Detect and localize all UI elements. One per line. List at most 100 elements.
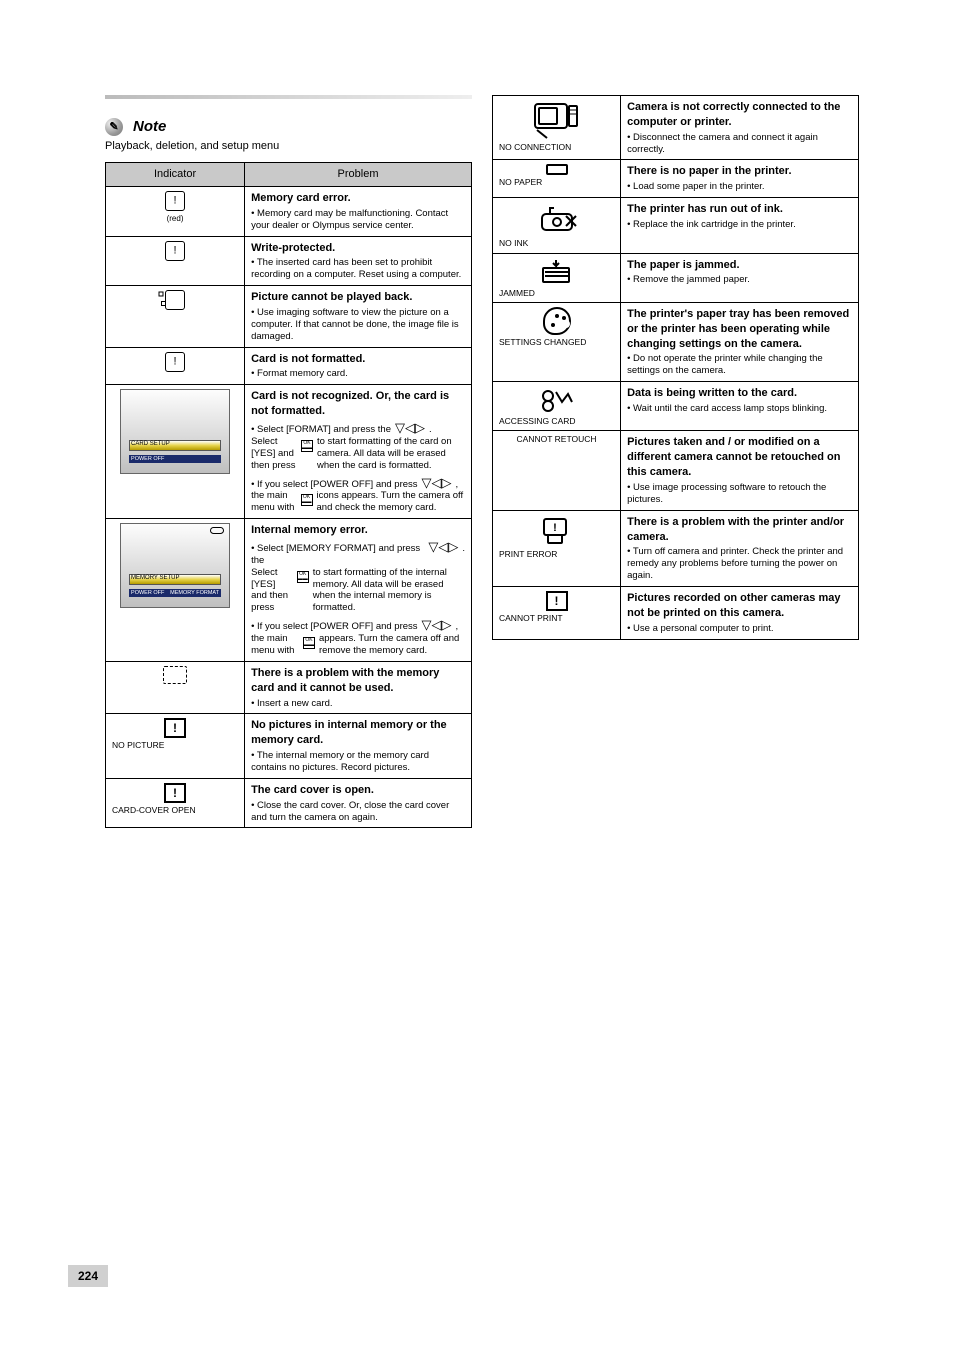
icon-caption: ACCESSING CARD bbox=[499, 417, 614, 426]
memory-setup-screen: MEMORY SETUP POWER OFF MEMORY FORMAT bbox=[120, 523, 230, 608]
row-desc: • Select [MEMORY FORMAT] and press the▽◁… bbox=[251, 540, 465, 657]
card-error-icon bbox=[165, 191, 185, 211]
row-title: Picture cannot be played back. bbox=[251, 290, 465, 305]
row-desc: • Replace the ink cartridge in the print… bbox=[627, 219, 852, 231]
icon-caption: (red) bbox=[167, 214, 184, 225]
row-desc: • Load some paper in the printer. bbox=[627, 181, 852, 193]
table-row: CARD SETUP POWER OFF Card is not recogni… bbox=[106, 385, 472, 519]
icon-caption: CARD-COVER OPEN bbox=[112, 806, 238, 815]
col-head-indicator: Indicator bbox=[106, 163, 245, 187]
col-head-problem: Problem bbox=[245, 163, 472, 187]
table-row: CANNOT RETOUCH Pictures taken and / or m… bbox=[493, 431, 859, 510]
icon-caption: NO PAPER bbox=[499, 178, 614, 187]
screen-blue-right: MEMORY FORMAT bbox=[170, 590, 219, 596]
row-title: Camera is not correctly connected to the… bbox=[627, 100, 852, 130]
note-heading: ✎ Note bbox=[105, 117, 472, 137]
table-row: Picture cannot be played back. • Use ima… bbox=[106, 286, 472, 347]
section-rule bbox=[105, 95, 472, 99]
row-desc: • Close the card cover. Or, close the ca… bbox=[251, 800, 465, 824]
page-number: 224 bbox=[68, 1265, 108, 1287]
icon-caption: NO CONNECTION bbox=[499, 143, 614, 152]
error-table-right: NO CONNECTION Camera is not correctly co… bbox=[492, 95, 859, 640]
row-desc: • Memory card may be malfunctioning. Con… bbox=[251, 208, 465, 232]
table-row: ! NO PICTURE No pictures in internal mem… bbox=[106, 714, 472, 778]
picture-error-icon bbox=[165, 290, 185, 310]
icon-caption: SETTINGS CHANGED bbox=[499, 338, 614, 347]
table-row: NO INK The printer has run out of ink. •… bbox=[493, 198, 859, 253]
row-title: The card cover is open. bbox=[251, 783, 465, 798]
row-desc: • Format memory card. bbox=[251, 368, 465, 380]
icon-caption: JAMMED bbox=[499, 289, 614, 298]
card-problem-icon bbox=[163, 666, 187, 684]
screen-blue-left: POWER OFF bbox=[131, 456, 164, 462]
ok-icon bbox=[301, 494, 313, 506]
row-title: Internal memory error. bbox=[251, 523, 465, 538]
row-desc: • The internal memory or the memory card… bbox=[251, 750, 465, 774]
table-row: NO PAPER There is no paper in the printe… bbox=[493, 160, 859, 198]
row-desc: • Use imaging software to view the pictu… bbox=[251, 307, 465, 343]
table-row: NO CONNECTION Camera is not correctly co… bbox=[493, 96, 859, 160]
row-desc: • Remove the jammed paper. bbox=[627, 274, 852, 286]
no-ink-icon bbox=[536, 202, 578, 236]
svg-text:!: ! bbox=[553, 522, 557, 534]
row-desc: • Turn off camera and printer. Check the… bbox=[627, 546, 852, 582]
note-icon: ✎ bbox=[105, 118, 123, 136]
row-title: There is no paper in the printer. bbox=[627, 164, 852, 179]
row-desc: • Use a personal computer to print. bbox=[627, 623, 852, 635]
note-subtitle: Playback, deletion, and setup menu bbox=[105, 139, 472, 154]
screen-yellow-label: CARD SETUP bbox=[131, 440, 170, 448]
cannot-print-icon: ! bbox=[546, 591, 568, 611]
row-title: Memory card error. bbox=[251, 191, 465, 206]
icon-caption: PRINT ERROR bbox=[499, 550, 614, 559]
row-desc: • Use image processing software to retou… bbox=[627, 482, 852, 506]
settings-changed-icon bbox=[543, 307, 571, 335]
row-desc: • Wait until the card access lamp stops … bbox=[627, 403, 852, 415]
ok-icon bbox=[301, 440, 313, 452]
table-row: Write-protected. • The inserted card has… bbox=[106, 236, 472, 286]
note-heading-text: Note bbox=[133, 117, 166, 137]
row-title: Pictures taken and / or modified on a di… bbox=[627, 435, 852, 480]
screen-yellow-label: MEMORY SETUP bbox=[131, 574, 179, 582]
dpad-icon: ▽◁▷ bbox=[422, 476, 452, 489]
row-title: Write-protected. bbox=[251, 241, 465, 256]
ok-icon bbox=[297, 571, 309, 583]
no-paper-icon bbox=[546, 164, 568, 175]
table-row: Card is not formatted. • Format memory c… bbox=[106, 347, 472, 385]
row-title: The paper is jammed. bbox=[627, 258, 852, 273]
icon-caption: NO INK bbox=[499, 239, 614, 248]
dpad-icon: ▽◁▷ bbox=[428, 540, 458, 553]
icon-caption: NO PICTURE bbox=[112, 741, 238, 750]
row-title: The printer has run out of ink. bbox=[627, 202, 852, 217]
row-title: The printer's paper tray has been remove… bbox=[627, 307, 852, 352]
table-row: JAMMED The paper is jammed. • Remove the… bbox=[493, 253, 859, 302]
icon-caption: CANNOT RETOUCH bbox=[499, 435, 614, 444]
ok-icon bbox=[303, 637, 315, 649]
no-picture-icon: ! bbox=[164, 718, 186, 738]
row-desc: • Insert a new card. bbox=[251, 698, 465, 710]
row-title: Card is not formatted. bbox=[251, 352, 465, 367]
row-title: Data is being written to the card. bbox=[627, 386, 852, 401]
table-row: ! PRINT ERROR There is a problem with th… bbox=[493, 510, 859, 586]
row-desc: • The inserted card has been set to proh… bbox=[251, 257, 465, 281]
icon-caption: CANNOT PRINT bbox=[499, 614, 614, 623]
print-error-icon: ! bbox=[540, 515, 574, 547]
row-desc: • Select [FORMAT] and press the▽◁▷. Sele… bbox=[251, 421, 465, 514]
write-protect-icon bbox=[165, 241, 185, 261]
row-title: There is a problem with the printer and/… bbox=[627, 515, 852, 545]
error-table-left: Indicator Problem (red) Memory card erro… bbox=[105, 162, 472, 828]
table-row: MEMORY SETUP POWER OFF MEMORY FORMAT Int… bbox=[106, 519, 472, 662]
accessing-card-icon bbox=[540, 386, 574, 414]
table-row: ! CARD-COVER OPEN The card cover is open… bbox=[106, 778, 472, 828]
no-connection-icon bbox=[529, 100, 585, 140]
row-desc: • Do not operate the printer while chang… bbox=[627, 353, 852, 377]
row-title: Card is not recognized. Or, the card is … bbox=[251, 389, 465, 419]
dpad-icon: ▽◁▷ bbox=[422, 618, 452, 631]
table-row: There is a problem with the memory card … bbox=[106, 661, 472, 714]
jammed-icon bbox=[539, 258, 575, 286]
card-unformatted-icon bbox=[165, 352, 185, 372]
card-setup-screen: CARD SETUP POWER OFF bbox=[120, 389, 230, 474]
table-row: ! CANNOT PRINT Pictures recorded on othe… bbox=[493, 587, 859, 640]
row-title: There is a problem with the memory card … bbox=[251, 666, 465, 696]
card-cover-open-icon: ! bbox=[164, 783, 186, 803]
row-title: No pictures in internal memory or the me… bbox=[251, 718, 465, 748]
